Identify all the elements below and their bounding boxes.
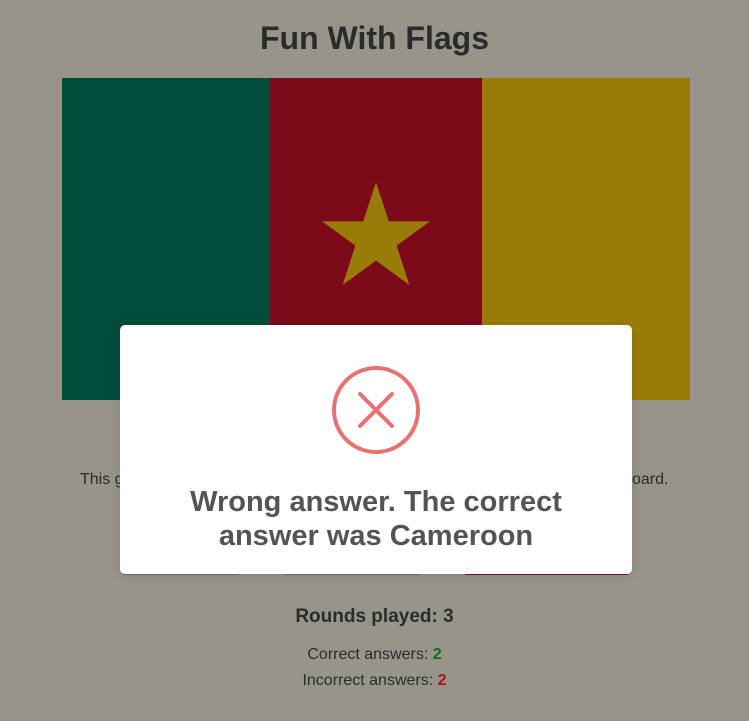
star-icon xyxy=(322,182,430,285)
incorrect-answers: Incorrect answers: 2 xyxy=(0,672,749,690)
result-modal[interactable]: Wrong answer. The correct answer was Cam… xyxy=(120,325,632,574)
rounds-label: Rounds played: xyxy=(295,606,438,627)
page-title: Fun With Flags xyxy=(259,20,489,56)
description-end: oard. xyxy=(632,471,669,488)
incorrect-label: Incorrect answers: xyxy=(302,672,434,689)
incorrect-count: 2 xyxy=(437,672,447,689)
result-message: Wrong answer. The correct answer was Cam… xyxy=(190,486,562,552)
rounds-played: Rounds played: 3 xyxy=(0,606,749,628)
description-start: This g xyxy=(80,471,124,488)
correct-count: 2 xyxy=(432,646,442,663)
error-x-circle-icon xyxy=(332,366,420,454)
correct-label: Correct answers: xyxy=(307,646,429,663)
correct-answers: Correct answers: 2 xyxy=(0,646,749,664)
rounds-value: 3 xyxy=(443,606,454,627)
